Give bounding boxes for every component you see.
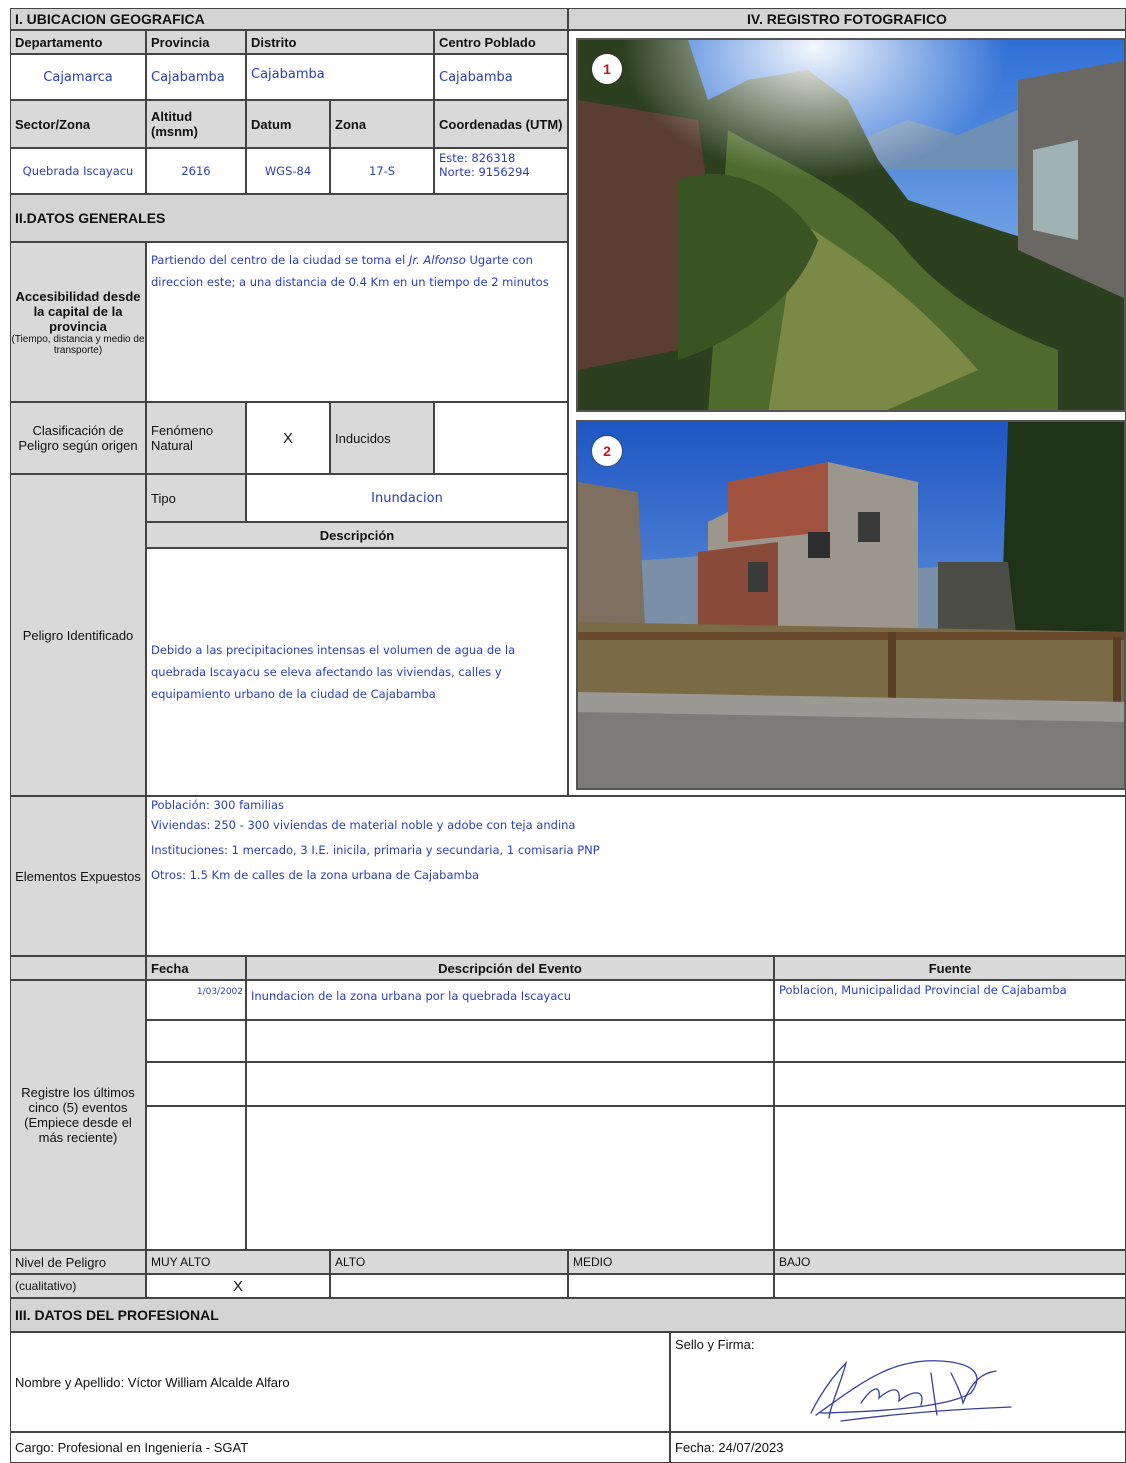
event-descripcion (246, 1020, 774, 1062)
mark-alto (330, 1274, 568, 1298)
section-ubicacion-title: I. UBICACION GEOGRAFICA (10, 8, 568, 30)
value-zona: 17-S (330, 148, 434, 194)
accesibilidad-street: Jr. Alfonso (408, 253, 466, 267)
mark-medio (568, 1274, 774, 1298)
elementos-line: Otros: 1.5 Km de calles de la zona urban… (151, 868, 480, 882)
value-coordenadas: Este: 826318 Norte: 9156294 (434, 148, 568, 194)
label-text: Accesibilidad desde la capital de la pro… (15, 288, 141, 334)
value-tipo: Inundacion (246, 474, 568, 522)
label-bajo: BAJO (774, 1250, 1126, 1274)
header-coordenadas: Coordenadas (UTM) (434, 100, 568, 148)
elementos-line: Viviendas: 250 - 300 viviendas de materi… (151, 818, 576, 832)
label-cualitativo: (cualitativo) (10, 1274, 146, 1298)
header-text: Provincia (151, 34, 210, 50)
section-title-text: II.DATOS GENERALES (15, 210, 166, 226)
value-datum: WGS-84 (246, 148, 330, 194)
value-accesibilidad: Partiendo del centro de la ciudad se tom… (146, 242, 568, 402)
header-sector-zona: Sector/Zona (10, 100, 146, 148)
value-nombre: Nombre y Apellido: Víctor William Alcald… (10, 1332, 670, 1432)
elementos-line: Población: 300 familias (151, 798, 285, 812)
label-alto: ALTO (330, 1250, 568, 1274)
section-registro-fotografico-title: IV. REGISTRO FOTOGRAFICO (568, 8, 1126, 30)
events-header-descripcion: Descripción del Evento (246, 956, 774, 980)
mark-fenomeno-natural: X (246, 402, 330, 474)
value-distrito: Cajabamba (246, 54, 434, 100)
event-fuente (774, 1062, 1126, 1106)
events-header-fecha: Fecha (146, 956, 246, 980)
section-profesional-title: III. DATOS DEL PROFESIONAL (10, 1298, 1126, 1332)
event-descripcion (246, 1106, 774, 1250)
value-fecha: Fecha: 24/07/2023 (670, 1432, 1126, 1463)
label-descripcion: Descripción (146, 522, 568, 548)
event-descripcion (246, 1062, 774, 1106)
header-distrito: Distrito (246, 30, 434, 54)
event-fecha: 1/03/2002 (146, 980, 246, 1020)
header-text: Centro Poblado (439, 34, 536, 50)
value-norte: Norte: 9156294 (439, 165, 530, 179)
event-fuente: Poblacion, Municipalidad Provincial de C… (774, 980, 1126, 1020)
photo-1-image (578, 40, 1124, 410)
mark-muy-alto: X (146, 1274, 330, 1298)
label-medio: MEDIO (568, 1250, 774, 1274)
value-departamento: Cajamarca (10, 54, 146, 100)
value-provincia: Cajabamba (146, 54, 246, 100)
value-cargo: Cargo: Profesional en Ingeniería - SGAT (10, 1432, 670, 1463)
header-text: Coordenadas (UTM) (439, 116, 563, 132)
label-subtext: (Tiempo, distancia y medio de transporte… (11, 333, 145, 356)
label-accesibilidad: Accesibilidad desde la capital de la pro… (10, 242, 146, 402)
event-fuente (774, 1020, 1126, 1062)
section-datos-generales-title: II.DATOS GENERALES (10, 194, 568, 242)
accesibilidad-text: Partiendo del centro de la ciudad se tom… (151, 253, 409, 267)
photo-1-badge: 1 (592, 54, 622, 84)
mark-inducidos (434, 402, 568, 474)
label-registre-eventos: Registre los últimos cinco (5) eventos (… (10, 980, 146, 1250)
label-elementos-expuestos: Elementos Expuestos (10, 796, 146, 956)
value-descripcion: Debido a las precipitaciones intensas el… (146, 548, 568, 796)
label-sello-firma: Sello y Firma: (675, 1337, 755, 1352)
events-header-empty (10, 956, 146, 980)
label-tipo: Tipo (146, 474, 246, 522)
event-fuente (774, 1106, 1126, 1250)
events-header-fuente: Fuente (774, 956, 1126, 980)
header-datum: Datum (246, 100, 330, 148)
header-provincia: Provincia (146, 30, 246, 54)
header-departamento: Departamento (10, 30, 146, 54)
header-text: Sector/Zona (15, 116, 91, 132)
value-sector-zona: Quebrada Iscayacu (10, 148, 146, 194)
value-centro-poblado: Cajabamba (434, 54, 568, 100)
event-fecha (146, 1106, 246, 1250)
header-altitud: Altitud (msnm) (146, 100, 246, 148)
value-este: Este: 826318 (439, 151, 516, 165)
event-fecha (146, 1062, 246, 1106)
event-descripcion: Inundacion de la zona urbana por la queb… (246, 980, 774, 1020)
value-altitud: 2616 (146, 148, 246, 194)
photo-2-badge: 2 (592, 436, 622, 466)
header-text: Departamento (15, 34, 103, 50)
header-text: Datum (251, 116, 292, 132)
signature-image (810, 1360, 1012, 1422)
label-fenomeno-natural: Fenómeno Natural (146, 402, 246, 474)
header-text: Altitud (msnm) (151, 109, 198, 139)
elementos-line: Instituciones: 1 mercado, 3 I.E. inicila… (151, 843, 600, 857)
label-inducidos: Inducidos (330, 402, 434, 474)
header-text: Zona (335, 116, 367, 132)
header-centro-poblado: Centro Poblado (434, 30, 568, 54)
photo-1: 1 (576, 38, 1126, 412)
mark-bajo (774, 1274, 1126, 1298)
label-nivel-peligro: Nivel de Peligro (10, 1250, 146, 1274)
event-fecha (146, 1020, 246, 1062)
label-peligro-identificado: Peligro Identificado (10, 474, 146, 796)
signature-box: Sello y Firma: (670, 1332, 1126, 1432)
header-text: Distrito (251, 34, 297, 50)
value-elementos-expuestos: Población: 300 familias Viviendas: 250 -… (146, 796, 1126, 956)
photo-2-image (578, 422, 1124, 788)
photo-2: 2 (576, 420, 1126, 790)
label-muy-alto: MUY ALTO (146, 1250, 330, 1274)
section-title-text: I. UBICACION GEOGRAFICA (15, 11, 205, 27)
label-clasificacion: Clasificación de Peligro según origen (10, 402, 146, 474)
header-zona: Zona (330, 100, 434, 148)
